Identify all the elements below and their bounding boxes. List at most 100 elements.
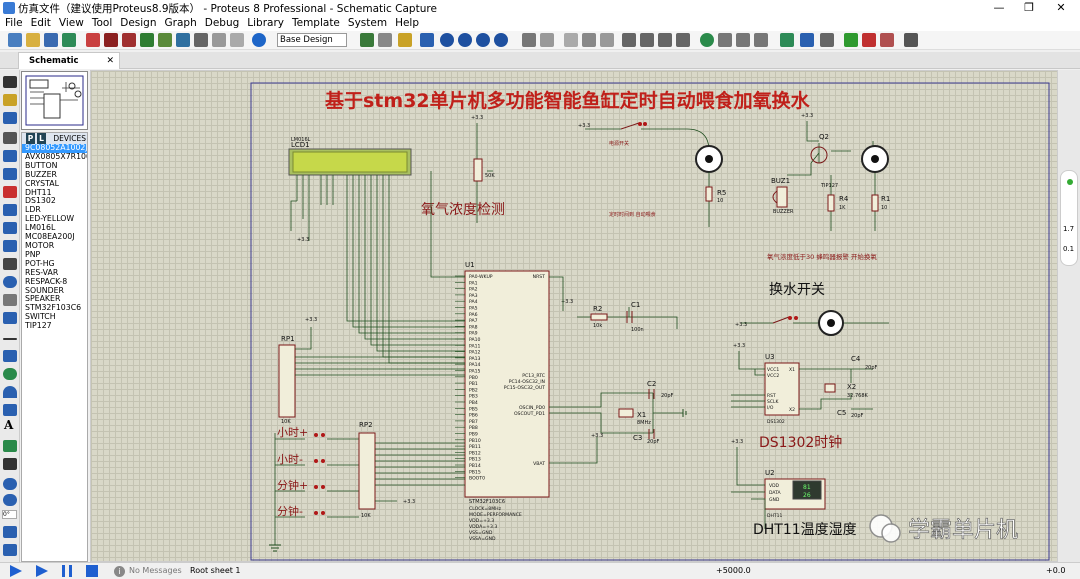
- schematic-icon[interactable]: [104, 33, 118, 47]
- copy-icon[interactable]: [582, 33, 596, 47]
- pick-device-icon[interactable]: [700, 33, 714, 47]
- reset-circuit[interactable]: +3.3 R2 10k C1 100n: [549, 276, 678, 333]
- oxygen-motor[interactable]: [861, 145, 889, 173]
- menu-library[interactable]: Library: [242, 16, 287, 31]
- decompose-icon[interactable]: [754, 33, 768, 47]
- menu-graph[interactable]: Graph: [160, 16, 200, 31]
- messages-status[interactable]: No Messages: [129, 565, 182, 577]
- netlist-icon[interactable]: [904, 33, 918, 47]
- box-tool-icon[interactable]: [3, 350, 17, 362]
- buzzer[interactable]: BUZ1 BUZZER: [771, 177, 794, 215]
- play-icon[interactable]: [10, 565, 22, 577]
- redo-icon[interactable]: [540, 33, 554, 47]
- remove-sheet-icon[interactable]: [862, 33, 876, 47]
- feed-motor[interactable]: R5 10: [695, 145, 726, 227]
- subcircuit-mode-icon[interactable]: [3, 186, 17, 198]
- bom-report-icon[interactable]: [212, 33, 226, 47]
- make-device-icon[interactable]: [718, 33, 732, 47]
- device-item[interactable]: RESPACK-8: [22, 278, 87, 287]
- pin-mode-icon[interactable]: [3, 222, 17, 234]
- text-script-mode-icon[interactable]: [3, 150, 17, 162]
- step-icon[interactable]: [36, 565, 48, 577]
- device-item[interactable]: LED-YELLOW: [22, 215, 87, 224]
- undo-icon[interactable]: [522, 33, 536, 47]
- mirror-x-icon[interactable]: [3, 526, 17, 538]
- save-icon[interactable]: [44, 33, 58, 47]
- menu-design[interactable]: Design: [115, 16, 159, 31]
- btn-hour-down[interactable]: 小时-: [277, 453, 303, 466]
- selection-mode-icon[interactable]: [3, 76, 17, 88]
- symbol-tool-icon[interactable]: [3, 440, 17, 452]
- pause-icon[interactable]: [62, 565, 72, 577]
- device-item[interactable]: SOUNDER: [22, 287, 87, 296]
- menu-system[interactable]: System: [343, 16, 390, 31]
- right-scroll-panel[interactable]: 1.7 0.1: [1058, 70, 1080, 562]
- exit-sheet-icon[interactable]: [880, 33, 894, 47]
- refresh-icon[interactable]: [360, 33, 374, 47]
- probe-icon[interactable]: [3, 294, 17, 306]
- path-tool-icon[interactable]: [3, 404, 17, 416]
- pan-icon[interactable]: [420, 33, 434, 47]
- block-rotate-icon[interactable]: [658, 33, 672, 47]
- device-item[interactable]: LM016L: [22, 224, 87, 233]
- arc-tool-icon[interactable]: [3, 386, 17, 398]
- device-item[interactable]: MC08EA200J: [22, 233, 87, 242]
- zoom-out-icon[interactable]: [458, 33, 472, 47]
- maximize-button[interactable]: ❐: [1014, 0, 1044, 16]
- new-file-icon[interactable]: [8, 33, 22, 47]
- import-icon[interactable]: [62, 33, 76, 47]
- gerber-icon[interactable]: [158, 33, 172, 47]
- btn-min-up[interactable]: 分钟+: [277, 478, 308, 492]
- tape-recorder-icon[interactable]: [3, 258, 17, 270]
- menu-edit[interactable]: Edit: [26, 16, 54, 31]
- device-item[interactable]: DS1302: [22, 197, 87, 206]
- device-item[interactable]: STM32F103C6: [22, 304, 87, 313]
- bom-icon[interactable]: [176, 33, 190, 47]
- rotate-cw-icon[interactable]: [3, 478, 17, 490]
- circle-tool-icon[interactable]: [3, 368, 17, 380]
- marker-tool-icon[interactable]: [3, 458, 17, 470]
- zoom-in-icon[interactable]: [440, 33, 454, 47]
- menu-help[interactable]: Help: [390, 16, 422, 31]
- wire-label-mode-icon[interactable]: [3, 132, 17, 144]
- library-manager-button[interactable]: L: [37, 133, 46, 144]
- block-move-icon[interactable]: [640, 33, 654, 47]
- origin-icon[interactable]: [398, 33, 412, 47]
- time-buttons[interactable]: 小时+ 小时- 分钟+ 分钟-: [269, 426, 359, 552]
- device-item[interactable]: TIP127: [22, 322, 87, 331]
- stop-icon[interactable]: [86, 565, 98, 577]
- bus-mode-icon[interactable]: [3, 168, 17, 180]
- stm32-mcu[interactable]: U1 STM32F103C6 PA0-WKUPPA1PA2PA3PA4PA5PA…: [455, 261, 550, 542]
- zoom-all-icon[interactable]: [476, 33, 490, 47]
- graph-mode-icon[interactable]: [3, 240, 17, 252]
- rp2-resistor-pack[interactable]: RP2 10K +3.3: [358, 421, 465, 519]
- tab-schematic-capture[interactable]: Schematic Capture ✕: [18, 52, 120, 82]
- property-icon[interactable]: [820, 33, 834, 47]
- source-icon[interactable]: [194, 33, 208, 47]
- menu-template[interactable]: Template: [287, 16, 343, 31]
- btn-hour-up[interactable]: 小时+: [277, 426, 308, 439]
- paste-icon[interactable]: [600, 33, 614, 47]
- wire-autoroute-icon[interactable]: [780, 33, 794, 47]
- menu-tool[interactable]: Tool: [87, 16, 115, 31]
- component-mode-icon[interactable]: [3, 94, 17, 106]
- water-switch[interactable]: +3.3: [735, 310, 889, 336]
- open-folder-icon[interactable]: [26, 33, 40, 47]
- home-icon[interactable]: [86, 33, 100, 47]
- device-item[interactable]: LDR: [22, 206, 87, 215]
- device-item[interactable]: AVX0805X7R100N: [22, 153, 87, 162]
- mirror-y-icon[interactable]: [3, 544, 17, 556]
- device-item[interactable]: SPEAKER: [22, 295, 87, 304]
- grid-icon[interactable]: [378, 33, 392, 47]
- menu-view[interactable]: View: [54, 16, 87, 31]
- close-button[interactable]: ✕: [1046, 0, 1076, 16]
- block-delete-icon[interactable]: [676, 33, 690, 47]
- device-item[interactable]: BUTTON: [22, 162, 87, 171]
- terminal-mode-icon[interactable]: [3, 204, 17, 216]
- block-copy-icon[interactable]: [622, 33, 636, 47]
- zoom-area-icon[interactable]: [494, 33, 508, 47]
- 3d-view-icon[interactable]: [140, 33, 154, 47]
- device-item[interactable]: RES-VAR: [22, 269, 87, 278]
- pcb-icon[interactable]: [122, 33, 136, 47]
- add-sheet-icon[interactable]: [844, 33, 858, 47]
